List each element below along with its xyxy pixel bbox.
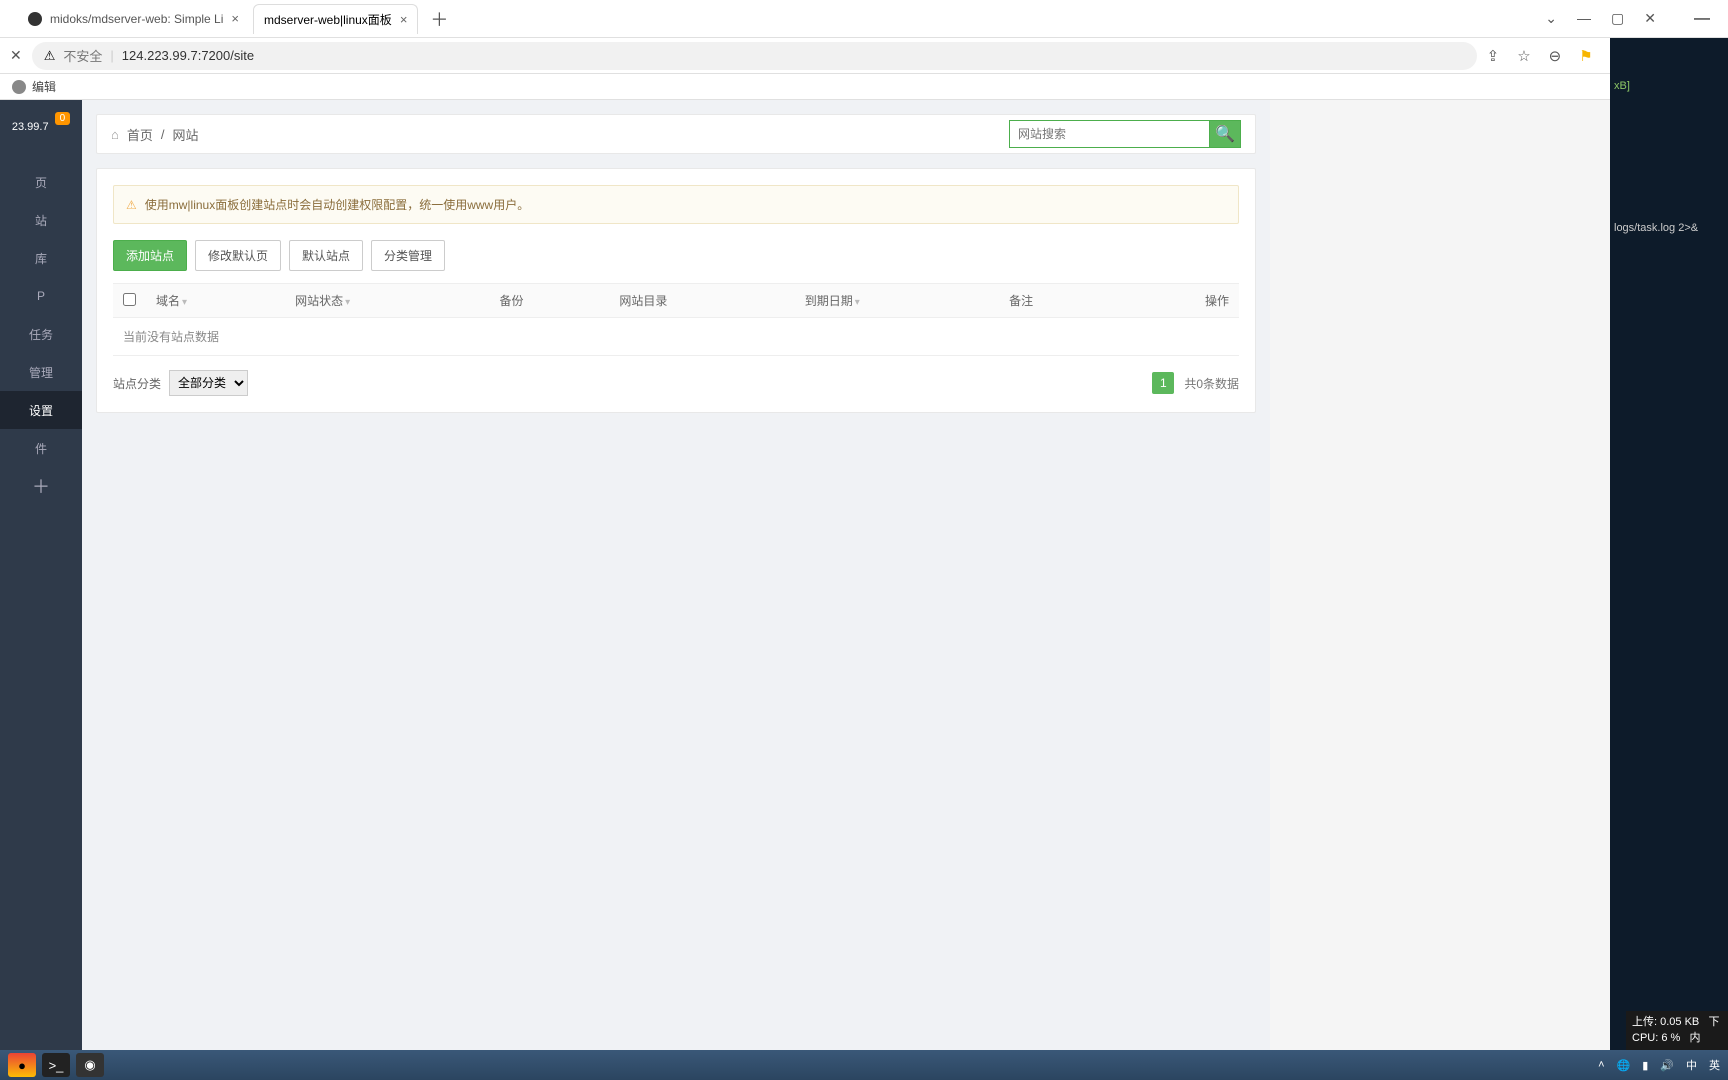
tab-title: midoks/mdserver-web: Simple Li — [50, 12, 223, 26]
ime-lang[interactable]: 中 — [1686, 1057, 1697, 1073]
system-stats-overlay: 上传: 0.05 KB 下 CPU: 6 % 内 — [1626, 1011, 1728, 1050]
warning-icon: ⚠ — [126, 198, 137, 212]
add-site-button[interactable]: 添加站点 — [113, 240, 187, 271]
github-icon — [28, 12, 42, 26]
taskbar-apps: ● >_ ◉ — [8, 1053, 104, 1077]
tab-strip: midoks/mdserver-web: Simple Li × mdserve… — [0, 4, 1525, 34]
select-all-checkbox[interactable] — [123, 293, 136, 306]
sidebar: 23.99.7 0 页 站 库 P 任务 管理 设置 件 ＋ 7200/conf… — [0, 100, 82, 1080]
col-note: 备注 — [999, 284, 1119, 318]
modify-default-button[interactable]: 修改默认页 — [195, 240, 281, 271]
sidebar-ip: 23.99.7 — [12, 121, 49, 133]
window-title-bar: midoks/mdserver-web: Simple Li × mdserve… — [0, 0, 1728, 38]
breadcrumb-home[interactable]: 首页 — [127, 125, 153, 144]
systray: ˄ 🌐 ▮ 🔊 中 英 — [1598, 1057, 1720, 1073]
content-area: ⌂ 首页 / 网站 🔍 ⚠ 使用mw|linux面板创建站点时会自动创建权限配置… — [82, 100, 1270, 1080]
new-tab-button[interactable]: ＋ — [430, 6, 448, 32]
sidebar-item-cron[interactable]: 任务 — [0, 315, 82, 353]
maximize-icon[interactable]: ▢ — [1611, 10, 1624, 27]
sidebar-item-files[interactable]: 管理 — [0, 353, 82, 391]
col-expire[interactable]: 到期日期▾ — [795, 284, 999, 318]
bookmark-item[interactable]: 编辑 — [12, 78, 56, 95]
search-button[interactable]: 🔍 — [1209, 120, 1241, 148]
tab-title: mdserver-web|linux面板 — [264, 11, 392, 28]
filter-label: 站点分类 — [113, 375, 161, 392]
insecure-icon: ⚠ — [44, 48, 56, 64]
sort-icon: ▾ — [182, 297, 187, 308]
chrome-icon[interactable]: ● — [8, 1053, 36, 1077]
col-domain[interactable]: 域名▾ — [146, 284, 285, 318]
table-row-empty: 当前没有站点数据 — [113, 318, 1239, 356]
minimize-icon[interactable]: ― — [1577, 10, 1591, 27]
sidebar-item-site[interactable]: 站 — [0, 201, 82, 239]
home-icon: ⌂ — [111, 127, 119, 142]
bookmarks-bar: 编辑 其他书签 — [0, 74, 1728, 100]
breadcrumb-current: 网站 — [173, 125, 199, 144]
sort-icon: ▾ — [345, 297, 350, 308]
sidebar-item-soft[interactable]: 件 — [0, 429, 82, 467]
sidebar-item-settings[interactable]: 设置 — [0, 391, 82, 429]
url-text: 124.223.99.7:7200/site — [122, 48, 254, 63]
flag-icon[interactable]: ⚑ — [1579, 47, 1592, 65]
tray-volume-icon[interactable]: 🔊 — [1660, 1059, 1674, 1072]
taskbar: ● >_ ◉ ˄ 🌐 ▮ 🔊 中 英 — [0, 1050, 1728, 1080]
site-search: 🔍 — [1009, 120, 1241, 148]
sidebar-badge: 0 — [55, 112, 71, 125]
alert-text: 使用mw|linux面板创建站点时会自动创建权限配置，统一使用www用户。 — [145, 196, 529, 213]
empty-message: 当前没有站点数据 — [113, 318, 1239, 356]
col-status[interactable]: 网站状态▾ — [285, 284, 489, 318]
main-panel: ⚠ 使用mw|linux面板创建站点时会自动创建权限配置，统一使用www用户。 … — [96, 168, 1256, 413]
breadcrumb-panel: ⌂ 首页 / 网站 🔍 — [96, 114, 1256, 154]
col-backup: 备份 — [490, 284, 610, 318]
bookmark-icon[interactable]: ☆ — [1517, 47, 1530, 65]
breadcrumb-sep: / — [161, 127, 165, 142]
tray-expand-icon[interactable]: ˄ — [1598, 1059, 1604, 1071]
sidebar-item-db[interactable]: 库 — [0, 239, 82, 277]
table-footer: 站点分类 全部分类 1 共0条数据 — [113, 370, 1239, 396]
minimize-icon[interactable]: ― — [1694, 10, 1710, 28]
page-total: 共0条数据 — [1184, 375, 1239, 392]
tray-battery-icon[interactable]: ▮ — [1642, 1059, 1648, 1072]
default-site-button[interactable]: 默认站点 — [289, 240, 363, 271]
obs-icon[interactable]: ◉ — [76, 1053, 104, 1077]
sidebar-item-ftp[interactable]: P — [0, 277, 82, 315]
col-action: 操作 — [1119, 284, 1239, 318]
close-icon[interactable]: ✕ — [1644, 10, 1656, 27]
outer-window-controls: ― — [1676, 10, 1728, 28]
browser-window-controls: ⌄ ― ▢ ✕ — [1525, 10, 1676, 27]
sort-icon: ▾ — [855, 297, 860, 308]
info-alert: ⚠ 使用mw|linux面板创建站点时会自动创建权限配置，统一使用www用户。 — [113, 185, 1239, 224]
app-root: 23.99.7 0 页 站 库 P 任务 管理 设置 件 ＋ 7200/conf… — [0, 100, 1728, 1080]
insecure-label: 不安全 — [63, 46, 102, 65]
share-icon[interactable]: ⇪ — [1487, 47, 1500, 65]
browser-tab-github[interactable]: midoks/mdserver-web: Simple Li × — [18, 4, 249, 34]
sidebar-add-button[interactable]: ＋ — [32, 473, 50, 499]
category-select[interactable]: 全部分类 — [169, 370, 248, 396]
breadcrumb: ⌂ 首页 / 网站 — [111, 125, 199, 144]
site-table: 域名▾ 网站状态▾ 备份 网站目录 到期日期▾ 备注 操作 当前没有站点数据 — [113, 283, 1239, 356]
sidebar-item-home[interactable]: 页 — [0, 163, 82, 201]
globe-icon — [12, 80, 26, 94]
pager: 1 共0条数据 — [1152, 372, 1239, 394]
search-input[interactable] — [1009, 120, 1209, 148]
category-filter: 站点分类 全部分类 — [113, 370, 248, 396]
address-bar: ✕ ⚠ 不安全 | 124.223.99.7:7200/site ⇪ ☆ ⊖ ⚑… — [0, 38, 1728, 74]
stop-reload-icon[interactable]: ✕ — [10, 47, 22, 64]
browser-tab-active[interactable]: mdserver-web|linux面板 × — [253, 4, 418, 34]
cloud-icon[interactable]: ⊖ — [1549, 47, 1562, 65]
terminal-icon[interactable]: >_ — [42, 1053, 70, 1077]
category-manage-button[interactable]: 分类管理 — [371, 240, 445, 271]
ime-mode[interactable]: 英 — [1709, 1057, 1720, 1073]
search-icon: 🔍 — [1215, 124, 1235, 144]
close-icon[interactable]: × — [231, 11, 239, 26]
action-buttons: 添加站点 修改默认页 默认站点 分类管理 — [113, 240, 1239, 271]
col-dir: 网站目录 — [609, 284, 794, 318]
terminal-line: xB] — [1614, 80, 1630, 92]
page-button[interactable]: 1 — [1152, 372, 1174, 394]
tray-network-icon[interactable]: 🌐 — [1617, 1059, 1631, 1072]
url-field[interactable]: ⚠ 不安全 | 124.223.99.7:7200/site — [32, 42, 1477, 70]
search-tabs-icon[interactable]: ⌄ — [1545, 10, 1557, 27]
close-icon[interactable]: × — [400, 12, 408, 27]
